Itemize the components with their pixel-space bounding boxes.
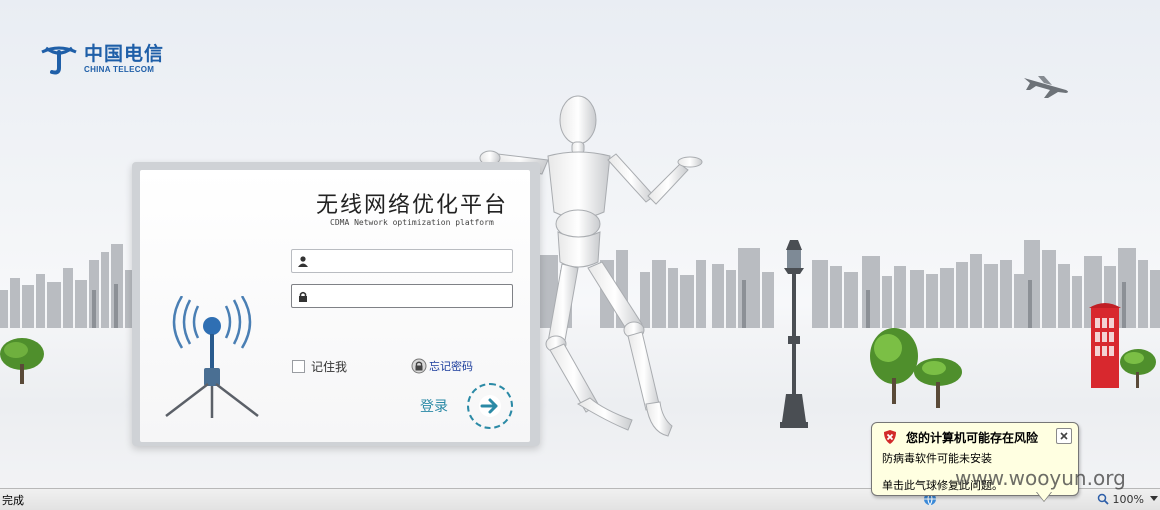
zoom-level[interactable]: 100% [1113,493,1144,506]
china-telecom-logo: 中国电信 CHINA TELECOM [38,42,164,76]
red-phone-booth [1089,303,1121,388]
username-input[interactable] [311,251,512,271]
user-icon [295,253,311,269]
logo-name-en: CHINA TELECOM [84,64,155,74]
balloon-message: 防病毒软件可能未安装 [882,452,992,465]
forgot-password-label: 忘记密码 [429,360,473,373]
login-submit-button[interactable] [467,383,513,429]
balloon-close-button[interactable] [1056,428,1072,444]
username-field[interactable] [291,249,513,273]
china-telecom-emblem-icon [41,46,77,75]
tree-right [1120,349,1156,388]
remember-me-label: 记住我 [311,360,348,374]
street-lamp [780,240,808,428]
airplane-icon [1024,76,1068,98]
remember-me-checkbox[interactable] [292,360,305,373]
key-lock-icon [411,358,427,374]
zoom-magnifier-icon[interactable] [1097,493,1109,505]
tree-left [0,338,44,384]
status-text: 完成 [2,494,24,507]
platform-title: 无线网络优化平台 [316,193,509,218]
tree-small [914,358,962,408]
platform-subtitle: CDMA Network optimization platform [330,218,494,227]
password-field[interactable] [291,284,513,308]
watermark-text: www.wooyun.org [955,466,1126,490]
arrow-right-icon [479,395,501,417]
lock-icon [295,288,311,304]
logo-name-cn: 中国电信 [84,42,165,65]
balloon-tail-fill [1037,492,1051,501]
forgot-password-link[interactable]: 忘记密码 [411,358,473,374]
remember-me[interactable]: 记住我 [292,358,347,375]
chevron-down-icon[interactable] [1150,496,1158,502]
shield-warning-icon [884,430,896,444]
balloon-title: 您的计算机可能存在风险 [906,431,1039,445]
close-icon [1060,432,1068,440]
login-label[interactable]: 登录 [420,396,448,416]
antenna-tower-icon [165,296,259,418]
password-input[interactable] [311,286,512,306]
